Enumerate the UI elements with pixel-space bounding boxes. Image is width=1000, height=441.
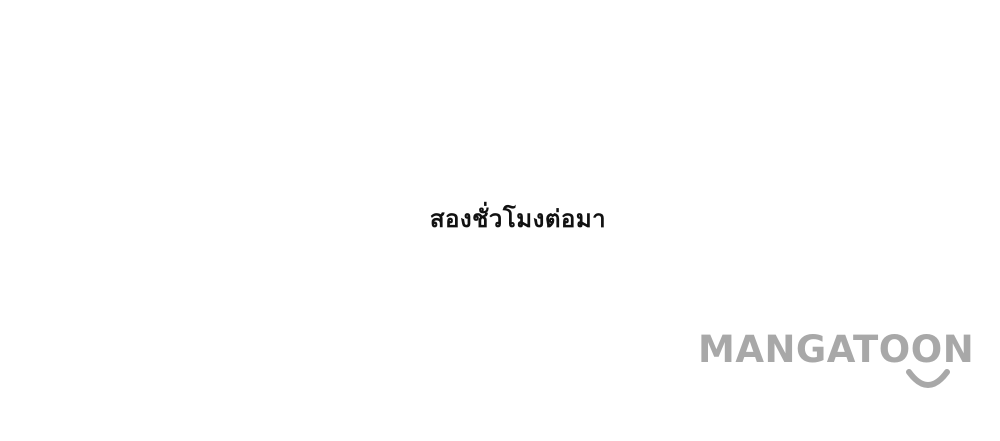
panel-caption: สองชั่วโมงต่อมา: [429, 205, 607, 233]
mangatoon-watermark: MANGATOON: [698, 328, 998, 392]
smile-icon: [906, 369, 950, 388]
comic-panel: สองชั่วโมงต่อมา MANGATOON: [0, 0, 1000, 441]
watermark-text: MANGATOON: [698, 328, 975, 371]
